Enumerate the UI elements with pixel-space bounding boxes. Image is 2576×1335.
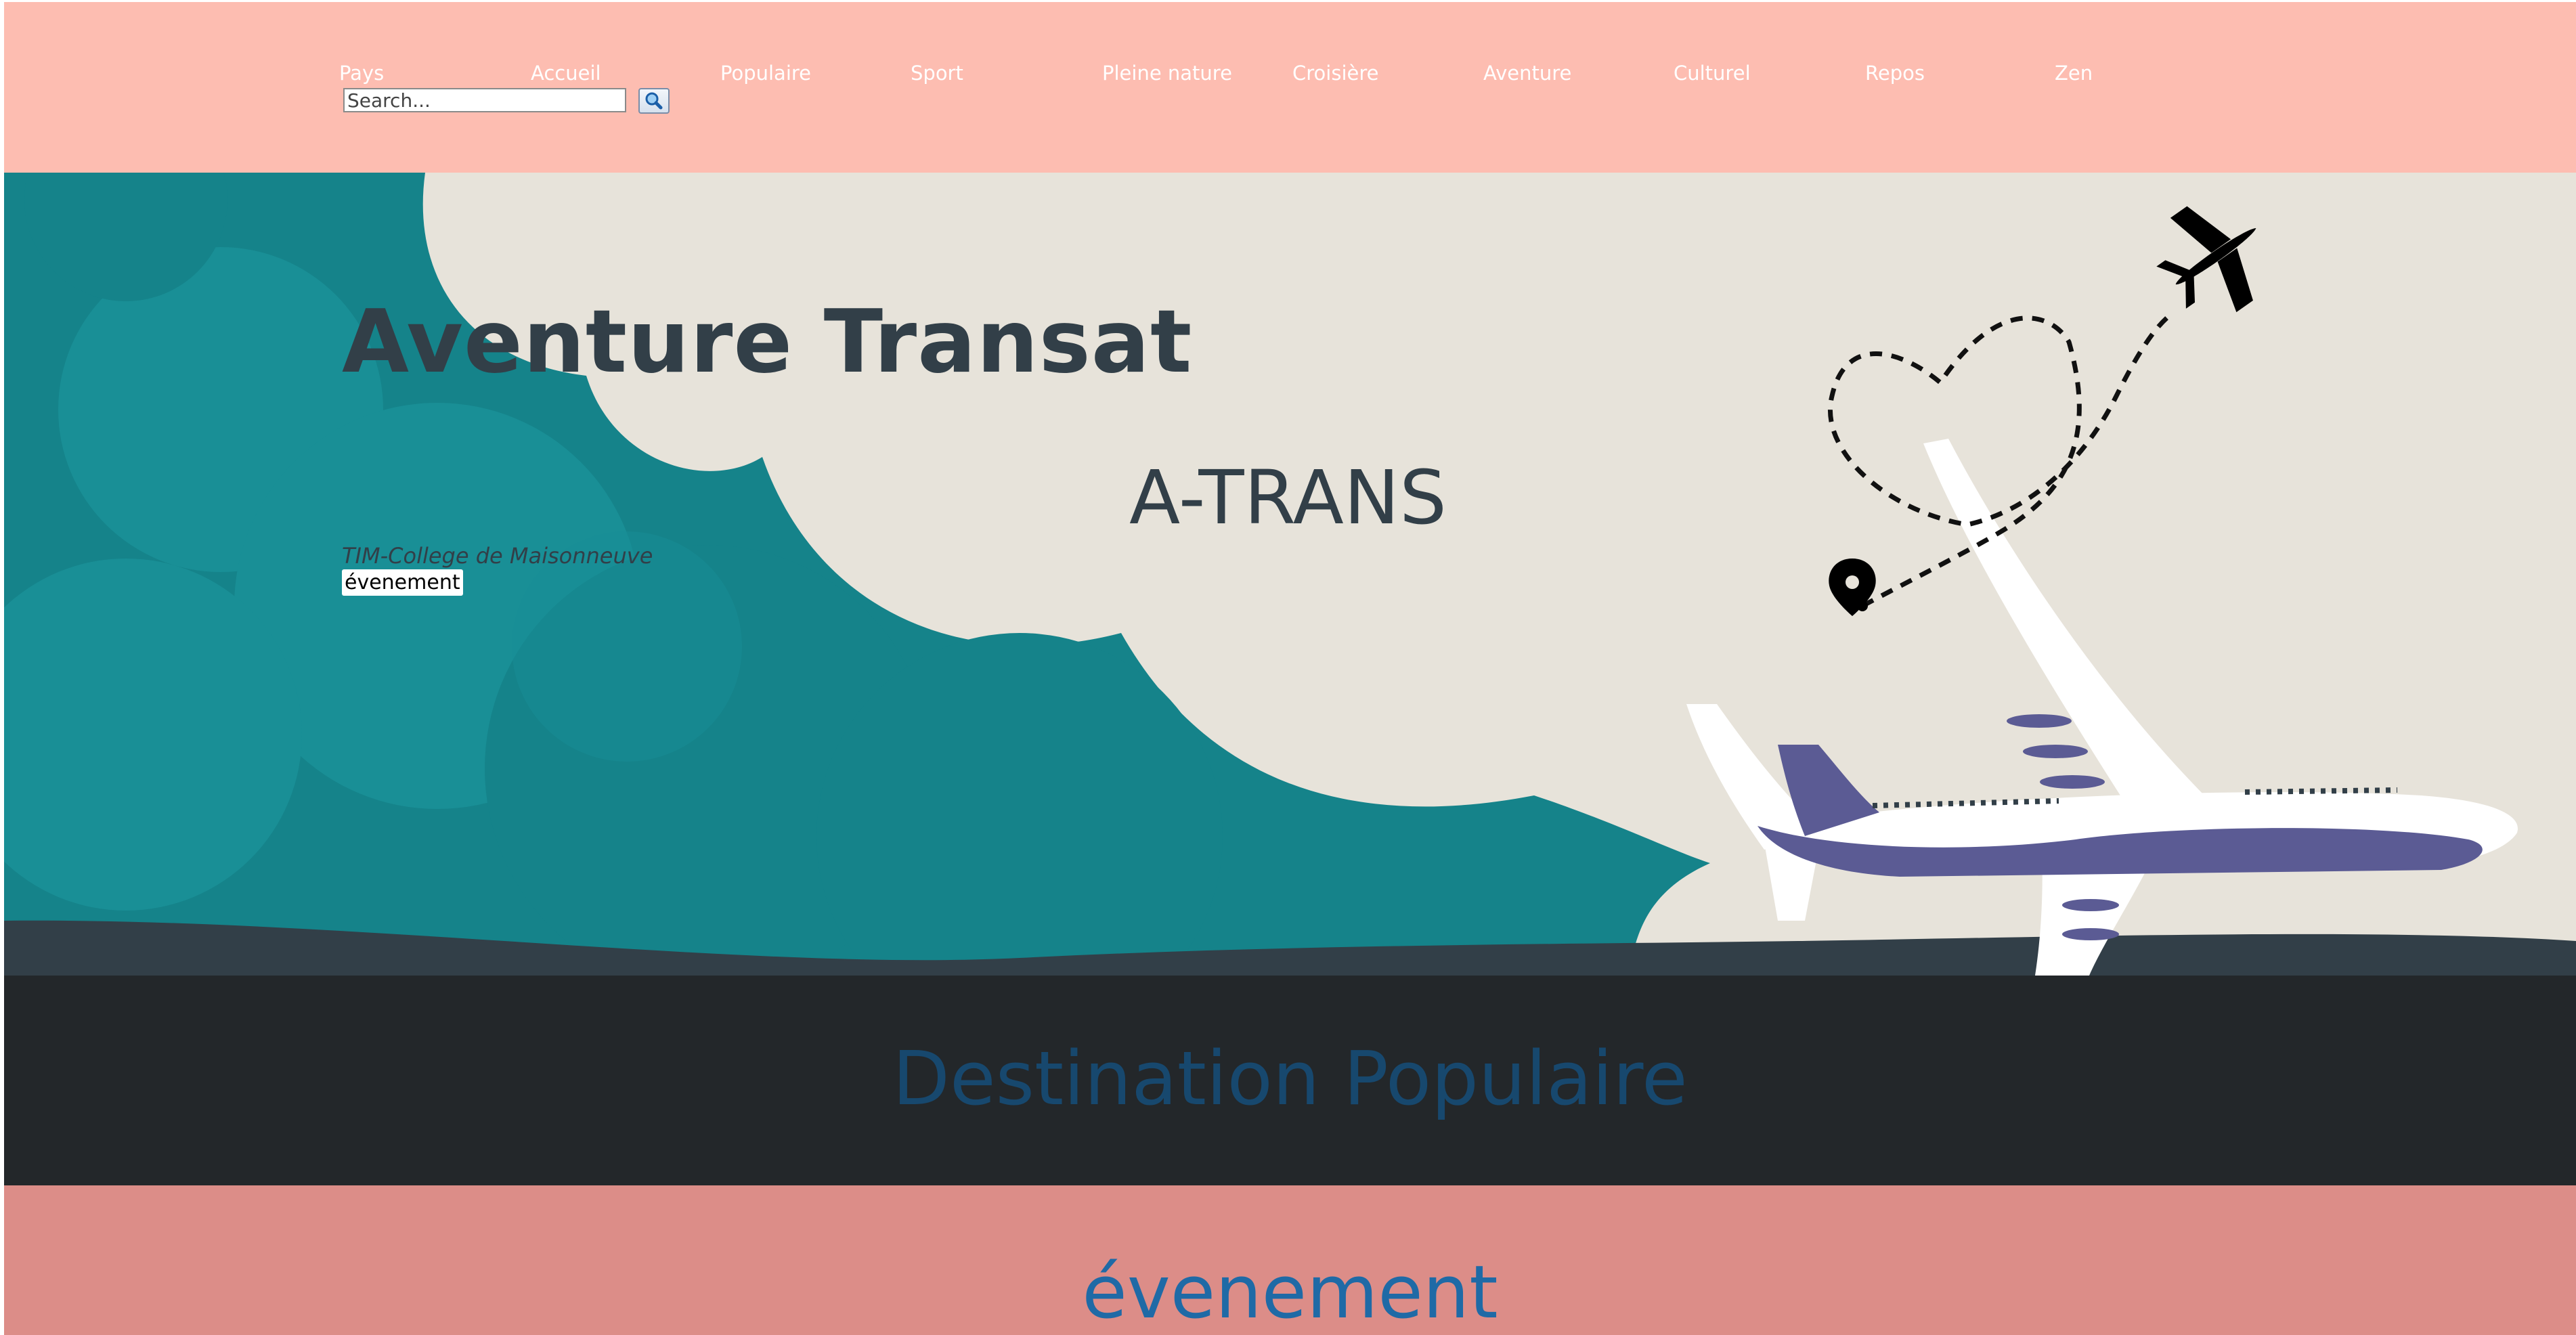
nav-item-pays[interactable]: Pays [339,62,384,85]
nav-item-culturel[interactable]: Culturel [1674,62,1751,85]
nav-item-pleine-nature[interactable]: Pleine nature [1102,62,1232,85]
college-credit: TIM-College de Maisonneuve [342,543,653,569]
location-pin-icon [1829,559,1876,616]
search-button[interactable] [638,88,670,114]
brand-name: A-TRANS [1129,454,1447,541]
hero-banner: Aventure Transat A-TRANS TIM-College de … [4,173,2576,976]
small-plane-icon [2156,206,2256,313]
nav-item-sport[interactable]: Sport [911,62,963,85]
event-section: évenement [4,1185,2576,1335]
event-title: évenement [1082,1250,1498,1335]
event-link-button[interactable]: évenement [342,569,463,596]
destination-section: Destination Populaire [4,976,2576,1185]
nav-item-zen[interactable]: Zen [2055,62,2093,85]
hero-title: Aventure Transat [342,292,1193,393]
nav-item-aventure[interactable]: Aventure [1483,62,1571,85]
nav-item-croisiere[interactable]: Croisière [1292,62,1378,85]
magnifier-icon [645,92,663,110]
airplane-illustration [1686,439,2518,976]
top-header: Pays Accueil Populaire Sport Pleine natu… [4,2,2576,173]
nav-item-populaire[interactable]: Populaire [720,62,811,85]
search-input[interactable] [343,88,626,112]
destination-title: Destination Populaire [892,1035,1688,1122]
page: Pays Accueil Populaire Sport Pleine natu… [0,0,2576,1335]
nav-item-repos[interactable]: Repos [1865,62,1925,85]
nav-item-accueil[interactable]: Accueil [531,62,601,85]
